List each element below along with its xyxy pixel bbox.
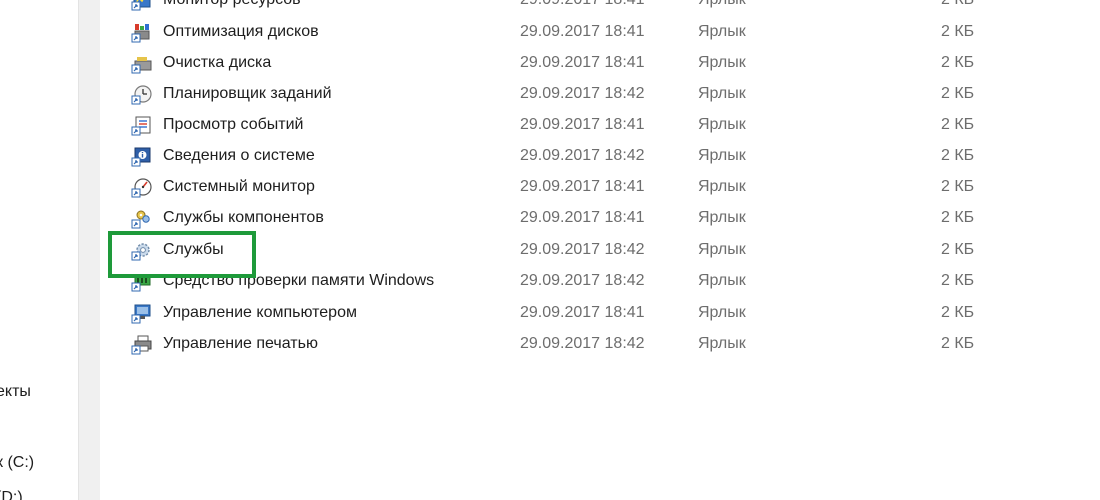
file-name: Службы компонентов <box>163 209 324 226</box>
file-type: Ярлык <box>698 241 746 258</box>
nav-item-objects[interactable]: екты <box>0 383 31 401</box>
file-size: 2 КБ <box>941 272 975 289</box>
nav-item-drive-d[interactable]: (D:) <box>0 489 23 500</box>
file-date: 29.09.2017 18:41 <box>520 209 645 226</box>
file-size: 2 КБ <box>941 209 975 226</box>
file-type: Ярлык <box>698 85 746 102</box>
performance-monitor-icon <box>131 177 153 199</box>
nav-item-drive-c[interactable]: к (C:) <box>0 454 34 472</box>
file-type: Ярлык <box>698 54 746 71</box>
file-name: Службы <box>163 241 224 258</box>
file-date: 29.09.2017 18:42 <box>520 147 645 164</box>
disk-optimize-icon <box>131 22 153 44</box>
system-info-icon <box>131 146 153 168</box>
file-name: Управление компьютером <box>163 304 357 321</box>
file-row[interactable]: Средство проверки памяти Windows 29.09.2… <box>126 265 1086 296</box>
file-date: 29.09.2017 18:41 <box>520 0 645 15</box>
component-services-icon <box>131 208 153 230</box>
file-row[interactable]: Монитор ресурсов 29.09.2017 18:41 Ярлык … <box>126 0 1086 15</box>
file-name: Монитор ресурсов <box>163 0 301 15</box>
file-date: 29.09.2017 18:42 <box>520 241 645 258</box>
file-list: Монитор ресурсов 29.09.2017 18:41 Ярлык … <box>100 0 1100 500</box>
file-name: Средство проверки памяти Windows <box>163 272 435 289</box>
file-name: Оптимизация дисков <box>163 23 319 40</box>
file-type: Ярлык <box>698 147 746 164</box>
file-row[interactable]: Сведения о системе 29.09.2017 18:42 Ярлы… <box>126 140 1086 171</box>
file-name: Управление печатью <box>163 335 318 352</box>
file-type: Ярлык <box>698 178 746 195</box>
file-row-services[interactable]: Службы 29.09.2017 18:42 Ярлык 2 КБ <box>126 234 1086 265</box>
file-size: 2 КБ <box>941 23 975 40</box>
file-type: Ярлык <box>698 23 746 40</box>
file-row[interactable]: Оптимизация дисков 29.09.2017 18:41 Ярлы… <box>126 16 1086 47</box>
file-row[interactable]: Очистка диска 29.09.2017 18:41 Ярлык 2 К… <box>126 47 1086 78</box>
file-size: 2 КБ <box>941 304 975 321</box>
file-size: 2 КБ <box>941 54 975 71</box>
file-size: 2 КБ <box>941 335 975 352</box>
file-name: Просмотр событий <box>163 116 304 133</box>
file-row[interactable]: Службы компонентов 29.09.2017 18:41 Ярлы… <box>126 202 1086 233</box>
resource-monitor-icon <box>131 0 153 12</box>
file-name: Очистка диска <box>163 54 272 71</box>
file-name: Планировщик заданий <box>163 85 332 102</box>
disk-cleanup-icon <box>131 53 153 75</box>
file-row[interactable]: Просмотр событий 29.09.2017 18:41 Ярлык … <box>126 109 1086 140</box>
file-type: Ярлык <box>698 0 746 15</box>
file-size: 2 КБ <box>941 116 975 133</box>
file-type: Ярлык <box>698 116 746 133</box>
file-type: Ярлык <box>698 304 746 321</box>
services-gear-icon <box>131 240 153 262</box>
file-date: 29.09.2017 18:42 <box>520 85 645 102</box>
computer-management-icon <box>131 303 153 325</box>
file-date: 29.09.2017 18:41 <box>520 178 645 195</box>
file-size: 2 КБ <box>941 147 975 164</box>
file-date: 29.09.2017 18:41 <box>520 54 645 71</box>
file-type: Ярлык <box>698 272 746 289</box>
file-type: Ярлык <box>698 209 746 226</box>
navigation-pane: екты к (C:) (D:) <box>0 0 100 500</box>
file-row[interactable]: Управление печатью 29.09.2017 18:42 Ярлы… <box>126 328 1086 359</box>
event-viewer-icon <box>131 115 153 137</box>
file-size: 2 КБ <box>941 241 975 258</box>
file-date: 29.09.2017 18:41 <box>520 304 645 321</box>
task-scheduler-icon <box>131 84 153 106</box>
file-name: Системный монитор <box>163 178 315 195</box>
print-management-icon <box>131 334 153 356</box>
file-date: 29.09.2017 18:42 <box>520 335 645 352</box>
nav-scrollbar[interactable] <box>78 0 100 500</box>
memory-diagnostic-icon <box>131 271 153 293</box>
file-name: Сведения о системе <box>163 147 315 164</box>
file-date: 29.09.2017 18:41 <box>520 116 645 133</box>
file-row[interactable]: Планировщик заданий 29.09.2017 18:42 Ярл… <box>126 78 1086 109</box>
file-size: 2 КБ <box>941 85 975 102</box>
file-type: Ярлык <box>698 335 746 352</box>
file-date: 29.09.2017 18:42 <box>520 272 645 289</box>
file-size: 2 КБ <box>941 178 975 195</box>
file-row[interactable]: Управление компьютером 29.09.2017 18:41 … <box>126 297 1086 328</box>
file-date: 29.09.2017 18:41 <box>520 23 645 40</box>
file-size: 2 КБ <box>941 0 974 15</box>
file-row[interactable]: Системный монитор 29.09.2017 18:41 Ярлык… <box>126 171 1086 202</box>
